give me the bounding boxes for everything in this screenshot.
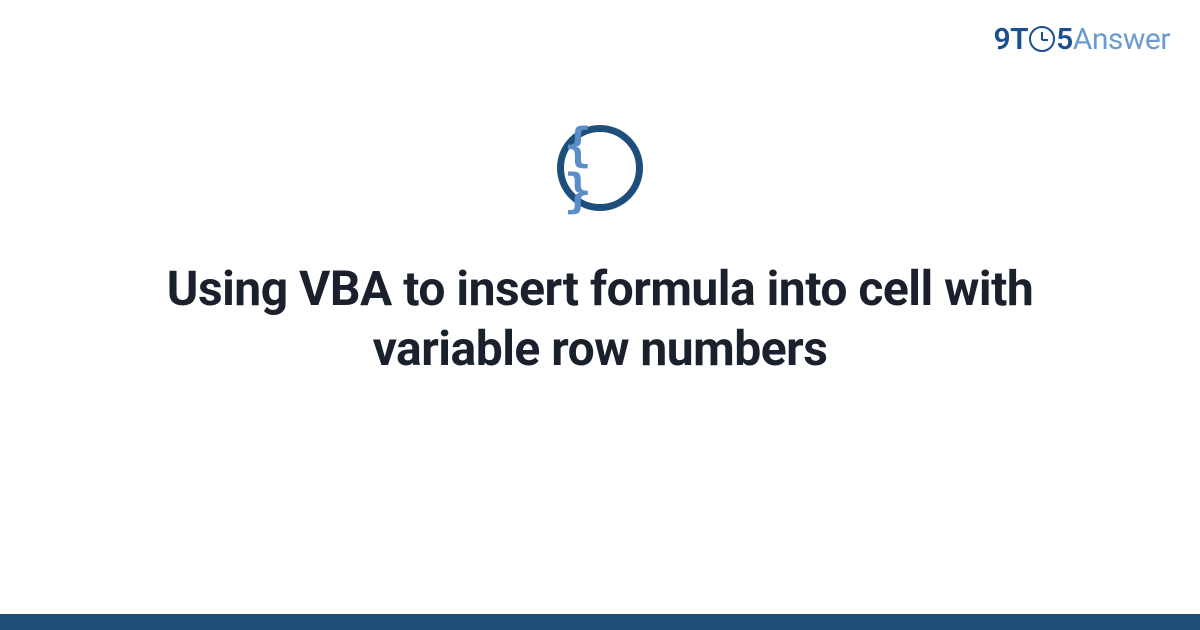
- footer-bar: [0, 614, 1200, 630]
- page-title: Using VBA to insert formula into cell wi…: [120, 259, 1080, 379]
- brand-text-5: 5: [1056, 22, 1073, 57]
- brand-logo: 9T 5Answer: [994, 22, 1170, 57]
- clock-icon: [1029, 26, 1055, 52]
- topic-icon-circle: { }: [557, 125, 643, 211]
- brand-text-9t: 9T: [994, 22, 1029, 57]
- code-braces-icon: { }: [564, 122, 636, 214]
- main-content: { } Using VBA to insert formula into cel…: [0, 125, 1200, 379]
- brand-text-answer: Answer: [1073, 22, 1170, 57]
